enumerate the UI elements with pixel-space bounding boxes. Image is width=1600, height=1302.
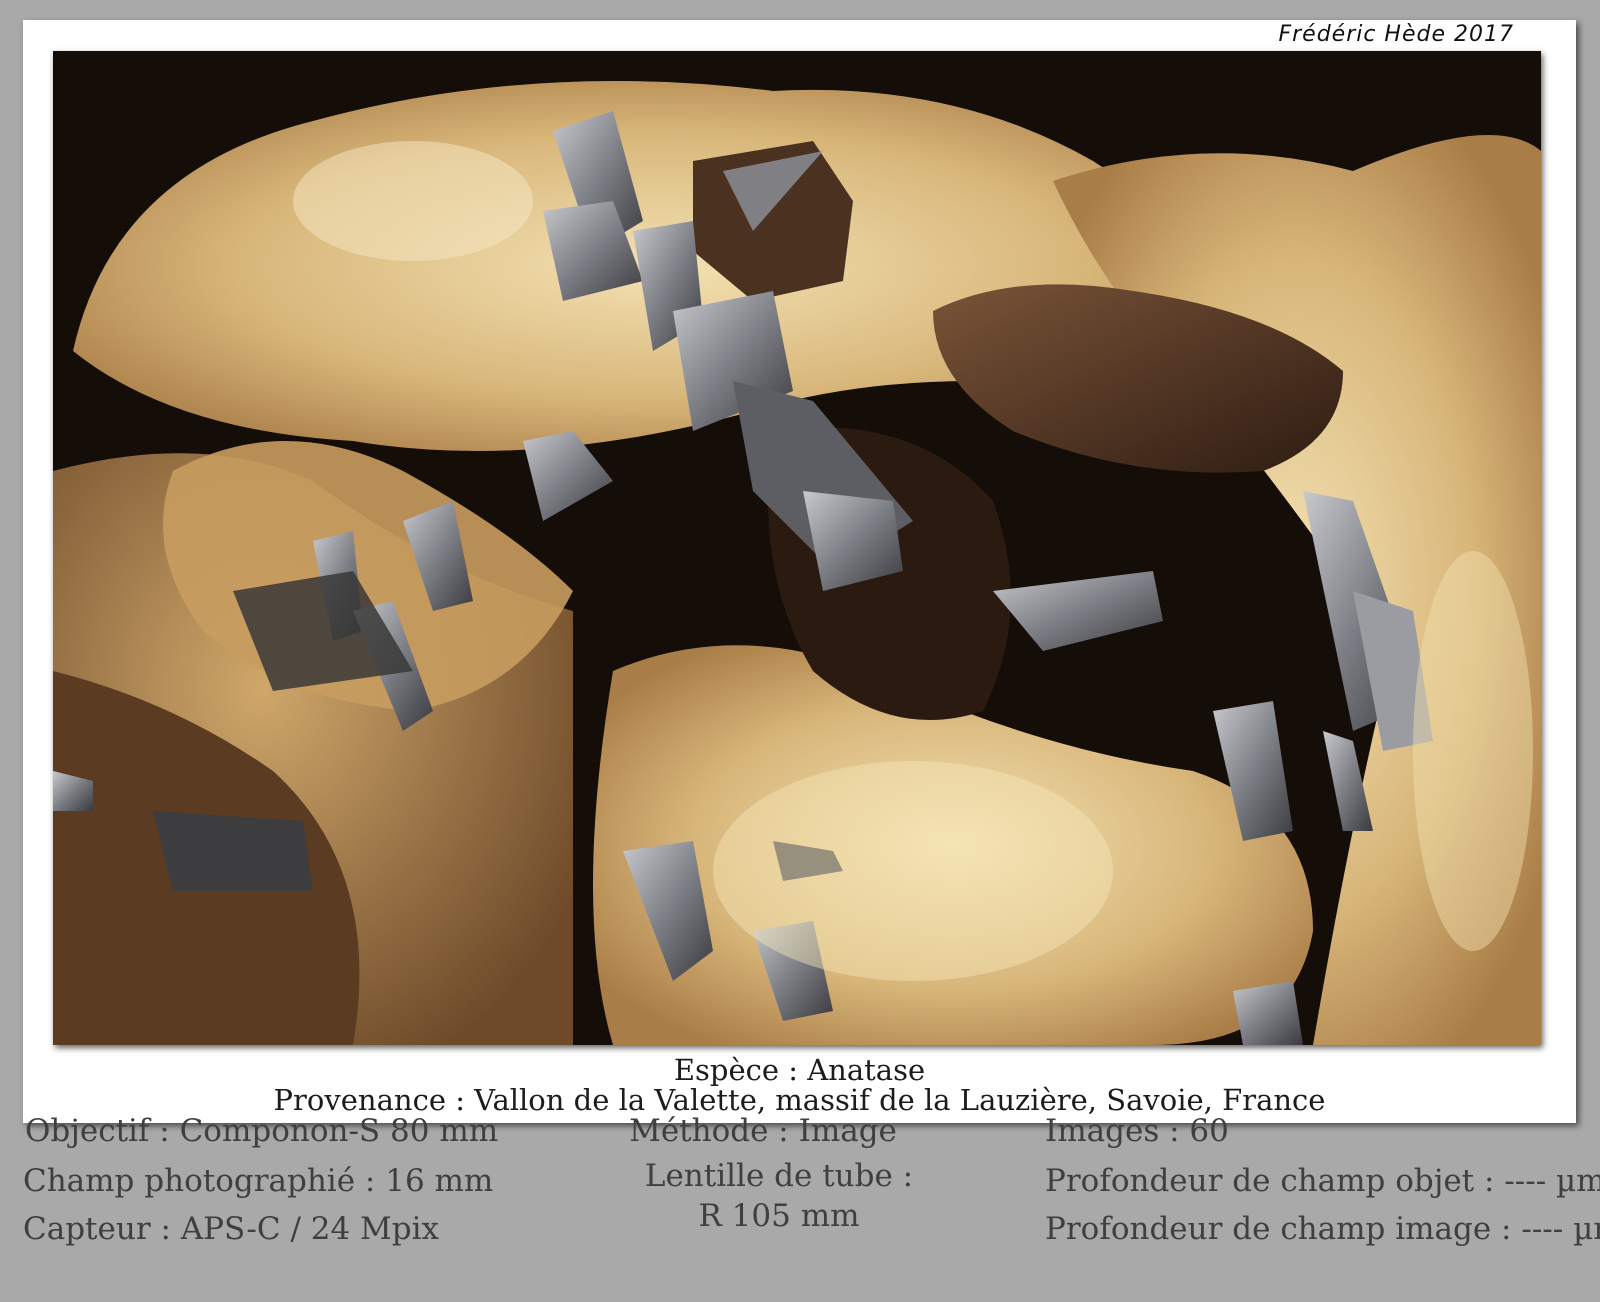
matrix-highlight-right <box>1413 551 1533 951</box>
tube-lens-label: Lentille de tube : <box>644 1158 914 1194</box>
images-info: Images : 60 <box>1045 1113 1229 1149</box>
sensor-info: Capteur : APS-C / 24 Mpix <box>23 1211 440 1247</box>
objective-info: Objectif : Componon-S 80 mm <box>25 1113 499 1149</box>
photo-frame: Frédéric Hède 2017 Espèce: Anatase Prov… <box>23 20 1576 1123</box>
tube-lens-value: R 105 mm <box>698 1198 860 1234</box>
field-info: Champ photographié : 16 mm <box>23 1163 494 1199</box>
dof-image-info: Profondeur de champ image : ---- µm <box>1045 1211 1600 1247</box>
dof-object-info: Profondeur de champ objet : ---- µm <box>1045 1163 1600 1199</box>
matrix-highlight-upper <box>293 141 533 261</box>
matrix-highlight-lower <box>713 761 1113 981</box>
mineral-photo <box>53 51 1541 1045</box>
method-info: Méthode : Image <box>629 1113 897 1149</box>
mineral-photo-svg <box>53 51 1541 1045</box>
origin-caption: Provenance : Vallon de la Valette, massi… <box>273 1083 1326 1117</box>
species-caption: Espèce : Anatase <box>673 1053 926 1087</box>
photographer-signature: Frédéric Hède 2017 <box>1278 22 1514 47</box>
